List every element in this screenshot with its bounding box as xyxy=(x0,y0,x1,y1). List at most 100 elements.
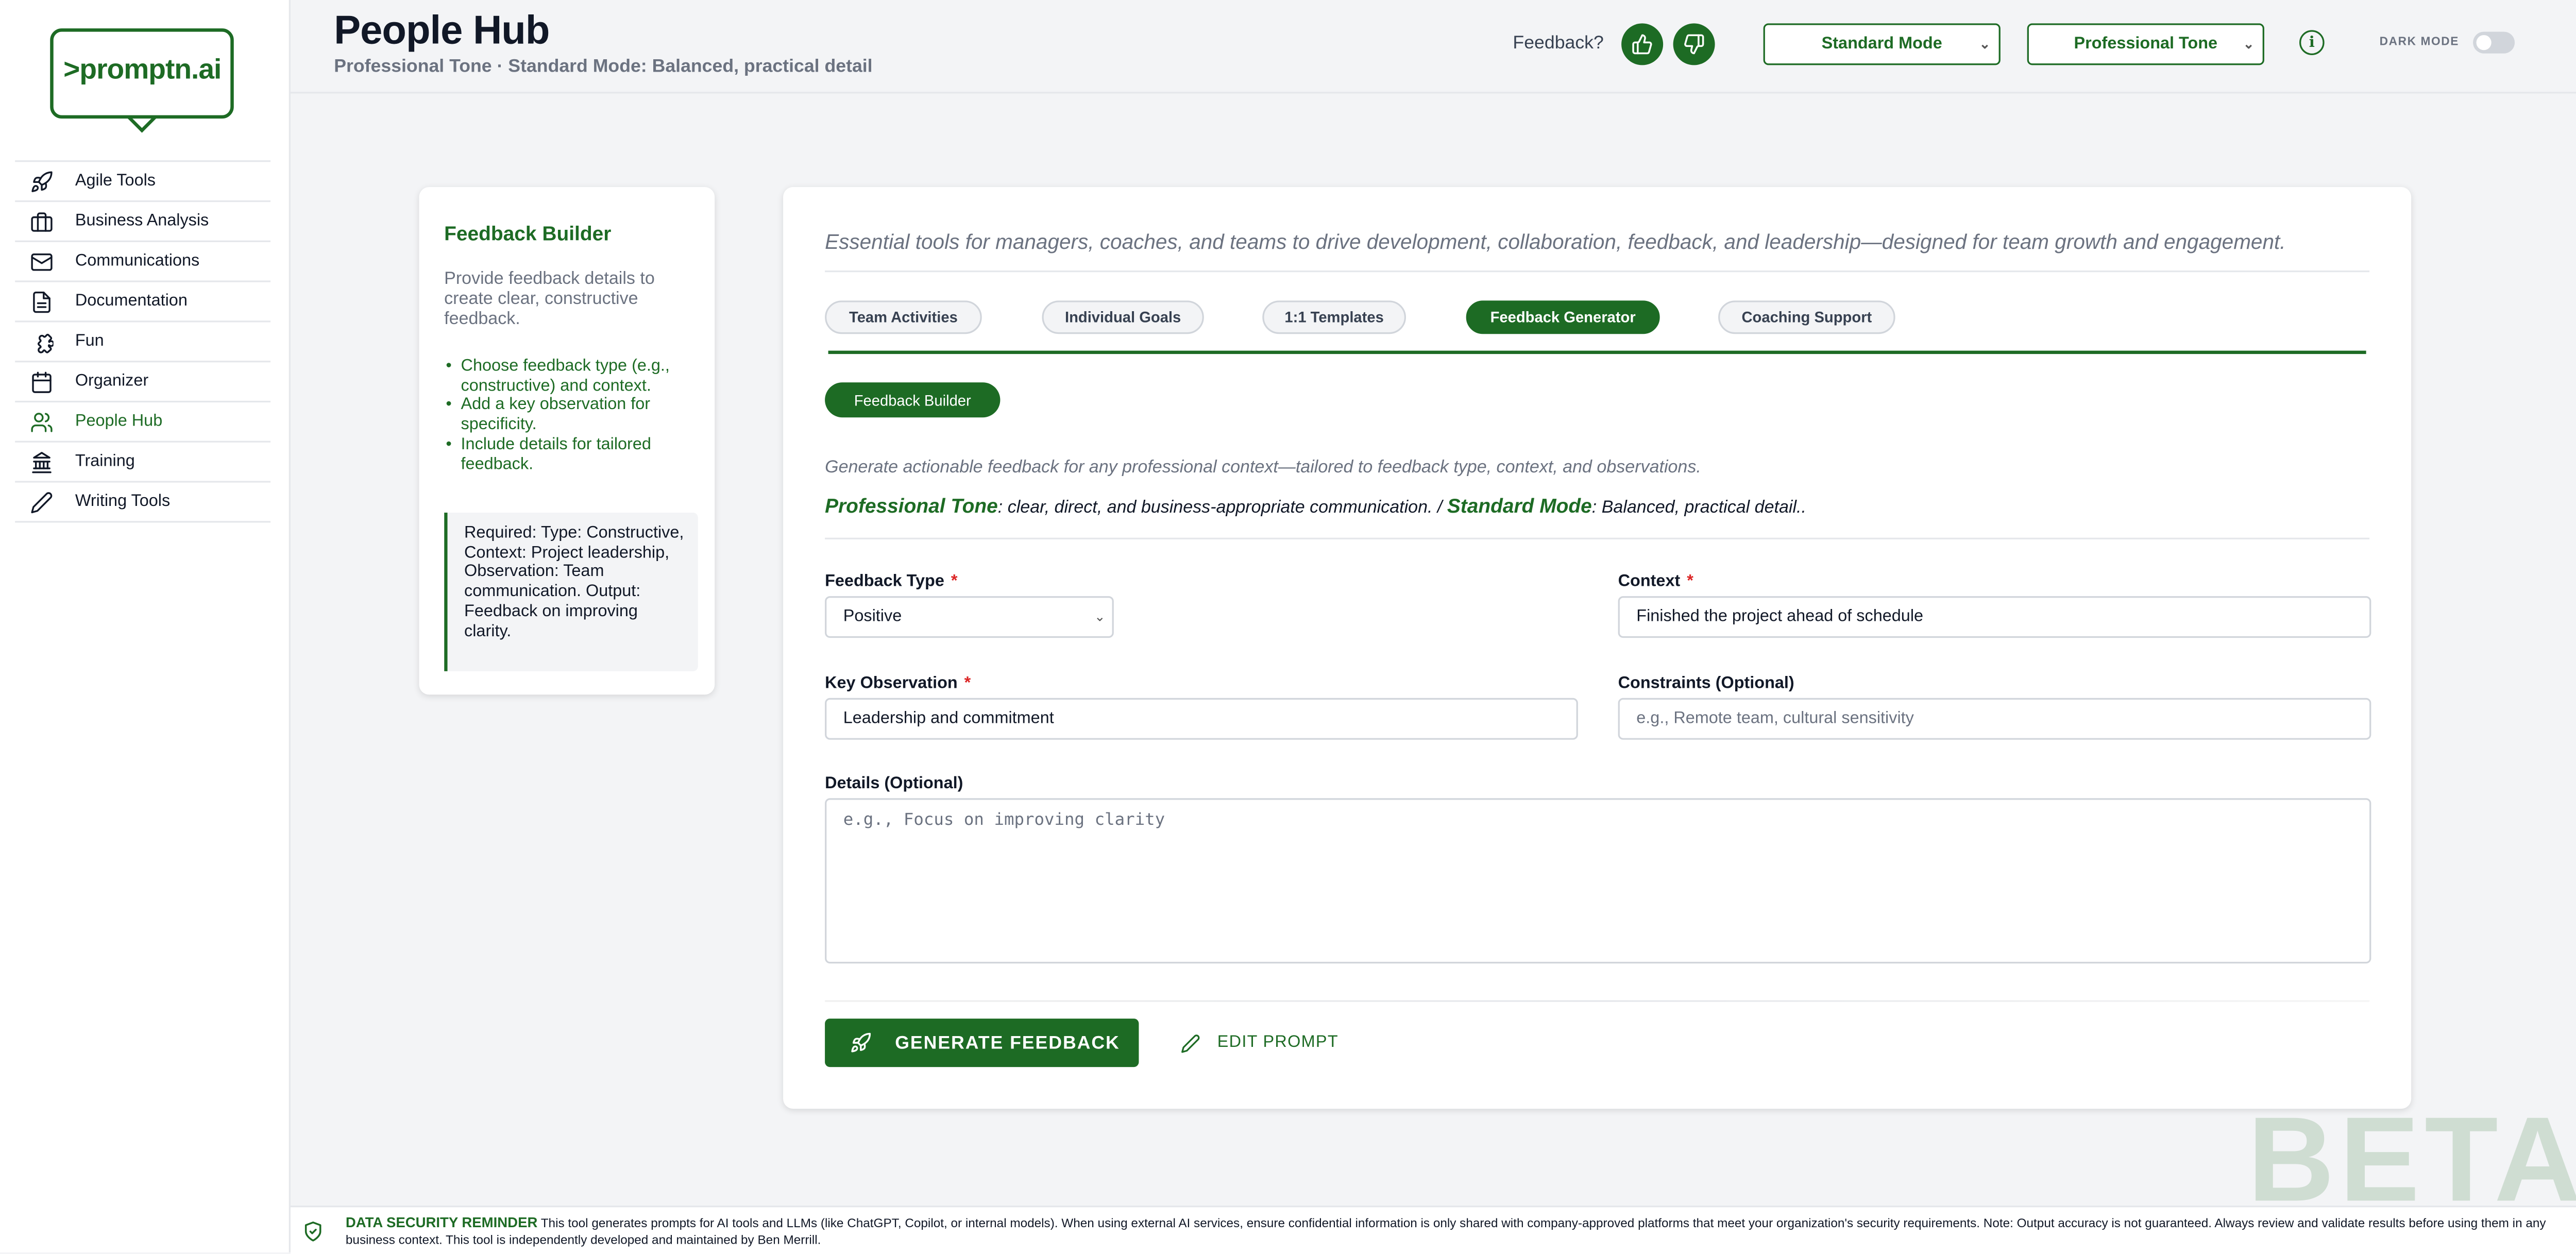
sidebar-item-label: Communications xyxy=(75,252,200,271)
sidebar-item-organizer[interactable]: Organizer xyxy=(15,362,271,403)
label-text: Key Observation xyxy=(825,674,958,693)
tab-1-1-templates[interactable]: 1:1 Templates xyxy=(1262,300,1406,334)
constraints-label: Constraints (Optional) xyxy=(1618,674,1794,693)
constraints-placeholder: e.g., Remote team, cultural sensitivity xyxy=(1636,709,1914,728)
rocket-icon xyxy=(28,168,55,195)
sidebar-item-label: Writing Tools xyxy=(75,493,171,511)
info-icon[interactable]: i xyxy=(2299,30,2325,55)
mode-select[interactable]: Standard Mode ⌄ xyxy=(1763,23,2001,65)
sidebar-item-people-hub[interactable]: People Hub xyxy=(15,402,271,443)
list-item: Choose feedback type (e.g., constructive… xyxy=(444,358,694,397)
page-title: People Hub xyxy=(334,8,550,54)
required-marker: * xyxy=(951,572,958,591)
generate-feedback-label: GENERATE FEEDBACK xyxy=(895,1032,1120,1053)
thumbs-up-button[interactable] xyxy=(1621,23,1664,65)
subtab-feedback-builder[interactable]: Feedback Builder xyxy=(825,382,1001,418)
logo-text: >promptn.ai xyxy=(63,53,222,87)
security-reminder-title: DATA SECURITY REMINDER xyxy=(345,1214,538,1231)
header: People Hub Professional Tone · Standard … xyxy=(290,0,2576,94)
pencil-icon xyxy=(28,488,55,515)
dark-mode-toggle[interactable] xyxy=(2473,31,2515,54)
main-card: Essential tools for managers, coaches, a… xyxy=(783,187,2412,1109)
sidebar-item-writing-tools[interactable]: Writing Tools xyxy=(15,483,271,523)
tone-select-value: Professional Tone xyxy=(2074,35,2218,54)
tone-text: : clear, direct, and business-appropriat… xyxy=(997,497,1447,518)
page-subtitle: Professional Tone · Standard Mode: Balan… xyxy=(334,57,873,77)
security-footer: DATA SECURITY REMINDER This tool generat… xyxy=(290,1206,2576,1254)
list-item: Include details for tailored feedback. xyxy=(444,435,694,475)
sidebar-item-label: Organizer xyxy=(75,372,149,391)
constraints-input[interactable]: e.g., Remote team, cultural sensitivity xyxy=(1618,698,2371,740)
tab-underline xyxy=(828,350,2366,354)
thumbs-down-icon xyxy=(1683,33,1705,55)
chevron-down-icon: ⌄ xyxy=(2243,37,2255,52)
shield-check-icon xyxy=(302,1221,324,1250)
info-glyph: i xyxy=(2309,34,2315,51)
info-card-description: Provide feedback details to create clear… xyxy=(444,268,655,329)
sidebar-item-fun[interactable]: Fun xyxy=(15,323,271,363)
key-observation-value: Leadership and commitment xyxy=(843,709,1054,728)
required-marker: * xyxy=(964,674,971,693)
chevron-down-icon: ⌄ xyxy=(1094,609,1106,625)
institution-icon xyxy=(28,448,55,475)
pencil-icon xyxy=(1180,1033,1200,1053)
edit-prompt-label: EDIT PROMPT xyxy=(1217,1033,1338,1052)
divider xyxy=(825,1000,2370,1002)
details-label: Details (Optional) xyxy=(825,774,963,793)
sidebar-item-training[interactable]: Training xyxy=(15,443,271,483)
sidebar: >promptn.ai Agile Tools Business Analysi… xyxy=(0,0,291,1252)
mode-text: : Balanced, practical detail.. xyxy=(1591,497,1806,518)
intro-text: Essential tools for managers, coaches, a… xyxy=(825,230,2286,254)
thumbs-down-button[interactable] xyxy=(1673,23,1715,65)
sidebar-item-label: People Hub xyxy=(75,412,163,431)
puzzle-icon xyxy=(28,328,55,355)
tone-mode-line: Professional Tone: clear, direct, and bu… xyxy=(825,494,1806,517)
rocket-icon xyxy=(850,1032,872,1054)
sidebar-item-label: Training xyxy=(75,452,135,471)
thumbs-up-icon xyxy=(1632,33,1653,55)
key-observation-label: Key Observation * xyxy=(825,674,971,693)
feedback-label: Feedback? xyxy=(1513,33,1604,54)
tab-individual-goals[interactable]: Individual Goals xyxy=(1042,300,1204,334)
users-icon xyxy=(28,408,55,435)
tone-name: Professional Tone xyxy=(825,494,998,518)
tone-select[interactable]: Professional Tone ⌄ xyxy=(2027,23,2264,65)
sidebar-item-label: Fun xyxy=(75,332,104,351)
logo[interactable]: >promptn.ai xyxy=(50,28,234,133)
details-textarea[interactable]: e.g., Focus on improving clarity xyxy=(825,798,2371,964)
logo-wordmark: promptn.ai xyxy=(79,53,222,86)
sidebar-item-label: Agile Tools xyxy=(75,172,156,191)
document-icon xyxy=(28,288,55,315)
feedback-type-value: Positive xyxy=(843,607,902,626)
divider xyxy=(825,537,2370,539)
calendar-icon xyxy=(28,368,55,395)
sidebar-item-communications[interactable]: Communications xyxy=(15,242,271,282)
required-marker: * xyxy=(1687,572,1693,591)
logo-prompt-glyph: > xyxy=(63,53,80,86)
sidebar-item-label: Documentation xyxy=(75,292,188,311)
edit-prompt-button[interactable]: EDIT PROMPT xyxy=(1180,1019,1338,1067)
generator-description: Generate actionable feedback for any pro… xyxy=(825,457,1701,478)
label-text: Feedback Type xyxy=(825,572,944,591)
generate-feedback-button[interactable]: GENERATE FEEDBACK xyxy=(825,1019,1139,1067)
details-placeholder: e.g., Focus on improving clarity xyxy=(843,811,1165,830)
context-input[interactable]: Finished the project ahead of schedule xyxy=(1618,596,2371,638)
tab-feedback-generator[interactable]: Feedback Generator xyxy=(1466,300,1660,334)
mail-icon xyxy=(28,248,55,275)
dark-mode-label: DARK MODE xyxy=(2379,37,2460,48)
sidebar-item-agile-tools[interactable]: Agile Tools xyxy=(15,162,271,202)
mode-select-value: Standard Mode xyxy=(1821,35,1942,54)
tab-team-activities[interactable]: Team Activities xyxy=(825,300,982,334)
briefcase-icon xyxy=(28,208,55,235)
feedback-type-label: Feedback Type * xyxy=(825,573,957,591)
label-text: Context xyxy=(1618,572,1681,591)
feedback-type-select[interactable]: Positive ⌄ xyxy=(825,596,1114,638)
list-item: Add a key observation for specificity. xyxy=(444,396,694,435)
sidebar-item-business-analysis[interactable]: Business Analysis xyxy=(15,202,271,242)
key-observation-input[interactable]: Leadership and commitment xyxy=(825,698,1578,740)
required-note: Required: Type: Constructive, Context: P… xyxy=(444,513,698,671)
tab-coaching-support[interactable]: Coaching Support xyxy=(1718,300,1895,334)
feedback-builder-info-card: Feedback Builder Provide feedback detail… xyxy=(419,187,715,695)
sidebar-item-documentation[interactable]: Documentation xyxy=(15,282,271,323)
chevron-down-icon: ⌄ xyxy=(1979,37,1991,52)
